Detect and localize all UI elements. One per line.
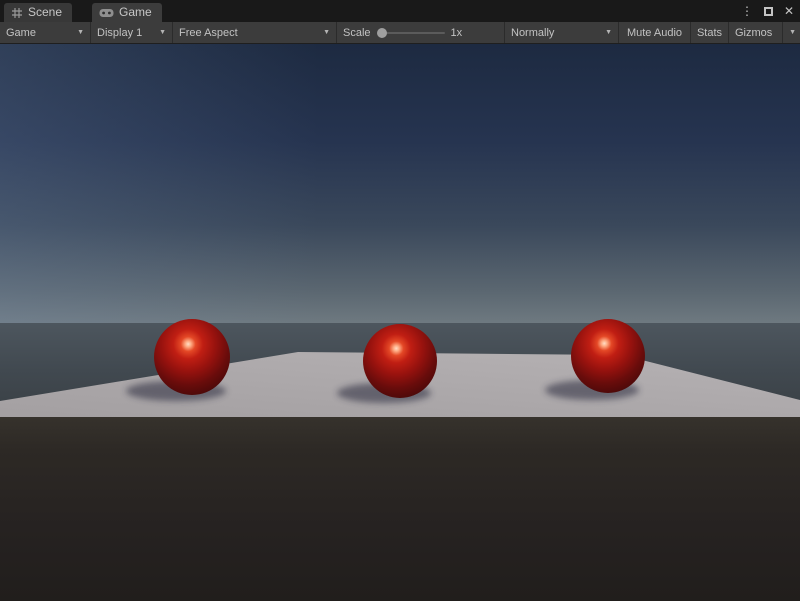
stats-button[interactable]: Stats <box>691 22 729 43</box>
close-icon[interactable]: ✕ <box>784 0 794 22</box>
chevron-down-icon: ▼ <box>77 29 84 36</box>
scale-slider-group: Scale 1x <box>337 22 505 43</box>
tab-game-label: Game <box>119 3 152 22</box>
maximize-icon[interactable] <box>764 7 773 16</box>
scale-value: 1x <box>451 27 463 39</box>
more-menu-icon[interactable]: ⋮ <box>741 0 753 22</box>
red-sphere-2 <box>363 324 437 398</box>
chevron-down-icon: ▼ <box>159 29 166 36</box>
scale-label: Scale <box>343 27 371 39</box>
gizmos-dropdown[interactable]: Gizmos ▼ <box>729 22 800 43</box>
display-mode-label: Game <box>6 27 36 39</box>
aspect-ratio-dropdown[interactable]: Free Aspect ▼ <box>173 22 337 43</box>
tab-scene[interactable]: Scene <box>4 3 72 22</box>
grid-icon <box>11 7 23 19</box>
window-controls: ⋮ ✕ <box>741 0 794 22</box>
game-view-toolbar: Game ▼ Display 1 ▼ Free Aspect ▼ Scale 1… <box>0 22 800 44</box>
unity-game-view-window: Scene Game ⋮ ✕ Game ▼ Display 1 ▼ <box>0 0 800 601</box>
chevron-down-icon: ▼ <box>323 29 330 36</box>
gamepad-icon <box>99 8 114 18</box>
display-target-label: Display 1 <box>97 27 142 39</box>
tab-bar: Scene Game ⋮ ✕ <box>0 0 800 22</box>
stats-label: Stats <box>697 27 722 39</box>
red-sphere-3 <box>571 319 645 393</box>
mute-audio-label: Mute Audio <box>627 27 682 39</box>
chevron-down-icon: ▼ <box>605 29 612 36</box>
red-sphere-1 <box>154 319 230 395</box>
tab-game[interactable]: Game <box>92 3 162 22</box>
foreground-ground <box>0 417 800 601</box>
rendered-scene <box>0 44 800 601</box>
mute-audio-button[interactable]: Mute Audio <box>619 22 691 43</box>
scale-slider-handle[interactable] <box>377 28 387 38</box>
gizmos-label: Gizmos <box>735 27 772 39</box>
display-target-dropdown[interactable]: Display 1 ▼ <box>91 22 173 43</box>
display-mode-dropdown[interactable]: Game ▼ <box>0 22 91 43</box>
aspect-ratio-label: Free Aspect <box>179 27 238 39</box>
play-focus-label: Normally <box>511 27 554 39</box>
game-viewport[interactable] <box>0 44 800 601</box>
sky-left-glow <box>0 44 800 323</box>
chevron-down-icon: ▼ <box>782 22 796 43</box>
tab-scene-label: Scene <box>28 3 62 22</box>
play-focus-dropdown[interactable]: Normally ▼ <box>505 22 619 43</box>
scale-slider-track[interactable] <box>377 32 445 34</box>
scale-slider[interactable] <box>377 22 445 44</box>
